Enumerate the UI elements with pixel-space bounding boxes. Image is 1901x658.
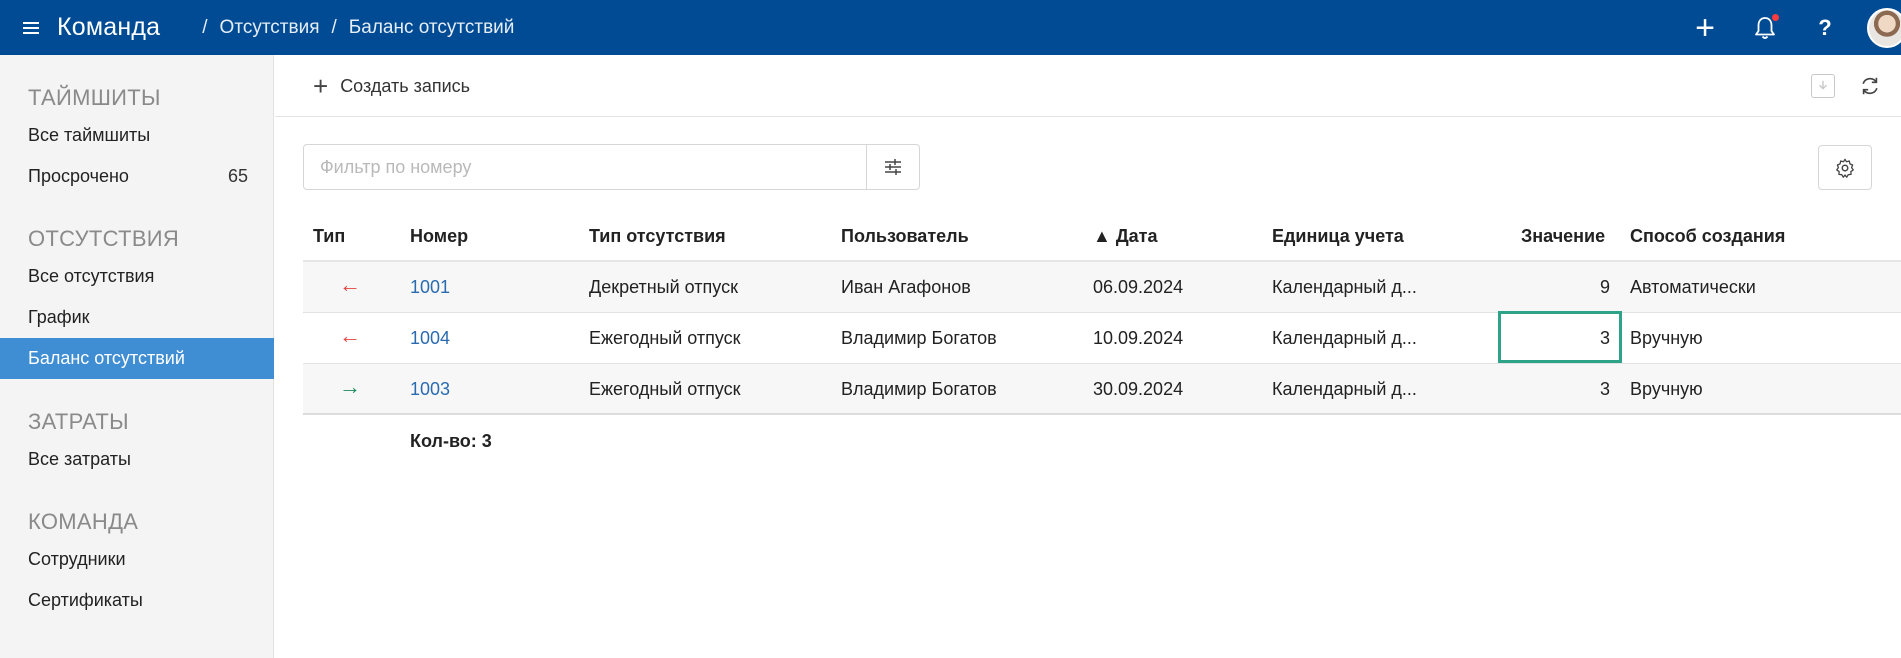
table-row[interactable]: ← 1004 Ежегодный отпуск Владимир Богатов… — [303, 311, 1901, 364]
menu-icon[interactable] — [23, 18, 45, 38]
sidebar-item-label: График — [28, 307, 90, 327]
section-title-costs: ЗАТРАТЫ — [28, 409, 129, 434]
sidebar-item-absence-balance[interactable]: Баланс отсутствий — [0, 338, 274, 379]
app-title[interactable]: Команда — [57, 13, 160, 42]
gear-icon — [1836, 158, 1854, 178]
filter-box — [303, 144, 920, 190]
creation-method-cell: Автоматически — [1630, 277, 1756, 297]
record-number-link[interactable]: 1003 — [410, 379, 450, 400]
arrow-right-icon: → — [339, 374, 361, 399]
record-count: Кол-во: 3 — [410, 431, 492, 451]
download-icon — [1819, 80, 1827, 90]
date-cell: 10.09.2024 — [1093, 328, 1184, 348]
value-cell[interactable]: 9 — [1530, 277, 1610, 298]
filter-input[interactable] — [304, 145, 866, 189]
sidebar-item-label: Сертификаты — [28, 590, 143, 610]
date-cell: 06.09.2024 — [1093, 277, 1184, 297]
sidebar-item-certificates[interactable]: Сертификаты — [0, 580, 274, 621]
user-cell: Владимир Богатов — [841, 379, 997, 399]
sidebar-item-label: Баланс отсутствий — [28, 348, 185, 368]
sidebar: ТАЙМШИТЫ Все таймшиты Просрочено 65 ОТСУ… — [0, 55, 274, 658]
sliders-icon — [885, 159, 901, 175]
sidebar-item-label: Просрочено — [28, 166, 129, 186]
user-cell: Иван Агафонов — [841, 277, 971, 297]
breadcrumb-absences[interactable]: Отсутствия — [220, 17, 320, 39]
value-cell[interactable]: 3 — [1530, 379, 1610, 400]
column-header-type[interactable]: Тип — [313, 226, 345, 247]
breadcrumb-separator: / — [331, 16, 337, 38]
creation-method-cell: Вручную — [1630, 328, 1703, 348]
sidebar-item-label: Сотрудники — [28, 549, 126, 569]
breadcrumb-current: Баланс отсутствий — [348, 16, 515, 38]
table-row[interactable]: ← 1001 Декретный отпуск Иван Агафонов 06… — [303, 262, 1901, 313]
absence-type-cell: Ежегодный отпуск — [589, 328, 741, 348]
table-row[interactable]: → 1003 Ежегодный отпуск Владимир Богатов… — [303, 364, 1901, 415]
unit-cell: Календарный д... — [1272, 277, 1417, 297]
value-cell[interactable]: 3 — [1530, 328, 1610, 349]
sidebar-item-label: Все отсутствия — [28, 266, 155, 286]
create-record-label: Создать запись — [340, 75, 471, 96]
filter-settings-button[interactable] — [866, 145, 919, 189]
refresh-button[interactable] — [1855, 71, 1885, 101]
sidebar-item-label: Все таймшиты — [28, 125, 151, 145]
absence-balance-table: Тип Номер Тип отсутствия Пользователь ▲ … — [303, 212, 1901, 415]
top-bar: Команда / Отсутствия / Баланс отсутствий… — [0, 0, 1901, 55]
absence-type-cell: Декретный отпуск — [589, 277, 738, 297]
help-button[interactable]: ? — [1795, 0, 1855, 55]
record-number-link[interactable]: 1004 — [410, 328, 450, 349]
column-header-value[interactable]: Значение — [1521, 226, 1605, 247]
sidebar-item-employees[interactable]: Сотрудники — [0, 539, 274, 580]
column-header-number[interactable]: Номер — [410, 226, 468, 247]
table-settings-button[interactable] — [1818, 145, 1872, 190]
record-number-link[interactable]: 1001 — [410, 277, 450, 298]
breadcrumb: / Отсутствия / Баланс отсутствий — [190, 17, 514, 39]
sidebar-item-schedule[interactable]: График — [0, 297, 274, 338]
breadcrumb-separator: / — [202, 16, 208, 38]
section-title-absences: ОТСУТСТВИЯ — [28, 226, 180, 251]
plus-icon: + — [1695, 8, 1715, 47]
column-header-absence-type[interactable]: Тип отсутствия — [589, 226, 726, 247]
unit-cell: Календарный д... — [1272, 328, 1417, 348]
refresh-icon — [1862, 77, 1878, 95]
creation-method-cell: Вручную — [1630, 379, 1703, 399]
overdue-count: 65 — [227, 166, 248, 186]
notifications-button[interactable] — [1735, 0, 1795, 55]
user-cell: Владимир Богатов — [841, 328, 997, 348]
add-button[interactable]: + — [1675, 0, 1735, 55]
column-header-unit[interactable]: Единица учета — [1272, 226, 1404, 247]
section-title-timesheets: ТАЙМШИТЫ — [28, 85, 161, 110]
sidebar-item-all-timesheets[interactable]: Все таймшиты — [0, 115, 274, 156]
sidebar-item-label: Все затраты — [28, 449, 131, 469]
unit-cell: Календарный д... — [1272, 379, 1417, 399]
date-cell: 30.09.2024 — [1093, 379, 1184, 399]
toolbar: + Создать запись — [275, 55, 1901, 117]
help-icon: ? — [1818, 14, 1832, 40]
absence-type-cell: Ежегодный отпуск — [589, 379, 741, 399]
export-button[interactable] — [1811, 74, 1835, 98]
sidebar-item-all-costs[interactable]: Все затраты — [0, 439, 274, 480]
column-header-date[interactable]: ▲ Дата — [1093, 226, 1157, 247]
column-header-user[interactable]: Пользователь — [841, 226, 969, 247]
sidebar-item-all-absences[interactable]: Все отсутствия — [0, 256, 274, 297]
section-title-team: КОМАНДА — [28, 509, 139, 534]
create-record-button[interactable]: + Создать запись — [313, 71, 470, 101]
sidebar-item-overdue[interactable]: Просрочено 65 — [0, 156, 274, 197]
notification-dot — [1772, 14, 1779, 21]
arrow-left-icon: ← — [339, 323, 361, 348]
arrow-left-icon: ← — [339, 272, 361, 297]
table-header: Тип Номер Тип отсутствия Пользователь ▲ … — [303, 212, 1901, 262]
avatar[interactable] — [1867, 7, 1901, 48]
plus-icon: + — [313, 71, 329, 101]
column-header-creation-method[interactable]: Способ создания — [1630, 226, 1785, 247]
